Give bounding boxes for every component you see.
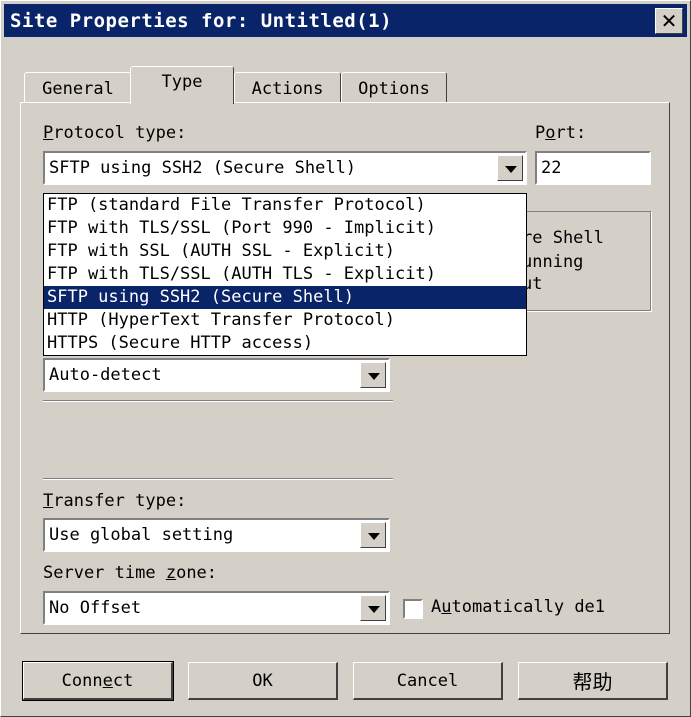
transfer-type-select[interactable]: Use global setting <box>43 518 390 552</box>
protocol-type-value: SFTP using SSH2 (Secure Shell) <box>49 158 357 178</box>
chevron-down-icon[interactable] <box>360 522 386 548</box>
divider <box>43 478 393 480</box>
protocol-dropdown-list[interactable]: FTP (standard File Transfer Protocol) FT… <box>43 193 527 356</box>
help-label: 帮助 <box>572 670 613 694</box>
site-properties-dialog: Site Properties for: Untitled(1) ✕ Gener… <box>0 0 691 717</box>
server-type-select[interactable]: Auto-detect <box>43 358 390 392</box>
list-item[interactable]: FTP (standard File Transfer Protocol) <box>44 194 526 217</box>
tab-options-label: Options <box>358 78 430 99</box>
port-value: 22 <box>541 158 562 178</box>
time-zone-value: No Offset <box>49 598 142 618</box>
list-item[interactable]: HTTP (HyperText Transfer Protocol) <box>44 309 526 332</box>
server-type-value: Auto-detect <box>49 365 162 385</box>
title-bar: Site Properties for: Untitled(1) ✕ <box>4 4 687 37</box>
cancel-label: Cancel <box>396 670 459 691</box>
info-line-1: re Shell <box>522 228 604 248</box>
tab-actions-label: Actions <box>251 78 324 99</box>
chevron-down-icon[interactable] <box>360 595 386 621</box>
tab-type-label: Type <box>161 71 203 92</box>
ok-button[interactable]: OK <box>188 662 338 700</box>
chevron-down-icon[interactable] <box>497 155 523 181</box>
tab-general-label: General <box>42 78 114 99</box>
time-zone-select[interactable]: No Offset <box>43 591 390 625</box>
tab-type[interactable]: Type <box>130 66 234 104</box>
tab-general[interactable]: General <box>24 72 132 104</box>
close-button[interactable]: ✕ <box>655 8 683 34</box>
divider <box>43 400 393 402</box>
cancel-button[interactable]: Cancel <box>353 662 503 700</box>
transfer-type-label: Transfer type: <box>43 491 187 511</box>
list-item-selected[interactable]: SFTP using SSH2 (Secure Shell) <box>44 286 526 309</box>
port-input[interactable]: 22 <box>535 151 651 185</box>
protocol-type-label: Protocol type: <box>43 123 187 143</box>
auto-detect-label[interactable]: Automatically de1 <box>431 597 605 617</box>
port-label: Port: <box>535 123 587 143</box>
server-time-zone-label: Server time zone: <box>43 563 218 583</box>
transfer-type-value: Use global setting <box>49 525 234 545</box>
list-item[interactable]: FTP with TLS/SSL (AUTH TLS - Explicit) <box>44 263 526 286</box>
list-item[interactable]: HTTPS (Secure HTTP access) <box>44 332 526 355</box>
tab-actions[interactable]: Actions <box>234 72 341 104</box>
list-item[interactable]: FTP with SSL (AUTH SSL - Explicit) <box>44 240 526 263</box>
tab-panel-type: Protocol type: SFTP using SSH2 (Secure S… <box>20 102 670 634</box>
help-button[interactable]: 帮助 <box>518 662 668 700</box>
protocol-type-select[interactable]: SFTP using SSH2 (Secure Shell) <box>43 151 527 185</box>
info-line-2: unning <box>522 252 584 272</box>
list-item[interactable]: FTP with TLS/SSL (Port 990 - Implicit) <box>44 217 526 240</box>
close-icon: ✕ <box>660 9 678 33</box>
dialog-title: Site Properties for: Untitled(1) <box>10 10 393 32</box>
ok-label: OK <box>252 670 273 691</box>
auto-detect-checkbox[interactable] <box>403 599 423 619</box>
chevron-down-icon[interactable] <box>360 362 386 388</box>
connect-button[interactable]: Conn e ct <box>22 661 174 701</box>
tab-options[interactable]: Options <box>341 72 447 104</box>
